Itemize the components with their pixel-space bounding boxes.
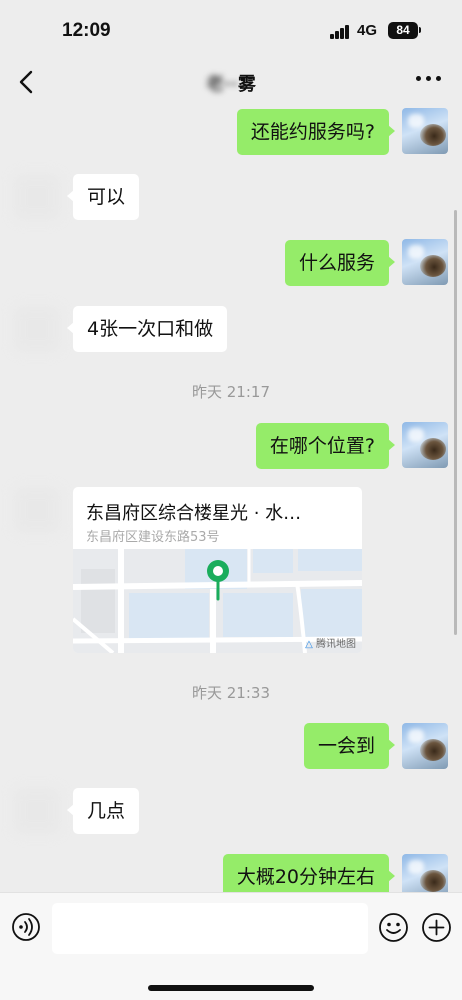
chat-header: 老··雾 [0, 58, 462, 104]
message-bubble-sent[interactable]: 一会到 [303, 723, 396, 769]
voice-input-icon[interactable] [11, 912, 41, 942]
location-pin-icon [207, 560, 229, 601]
my-avatar[interactable] [402, 723, 448, 769]
battery-icon: 84 [388, 22, 418, 39]
chat-title-visible: 雾 [237, 74, 256, 95]
location-map[interactable]: △ 腾讯地图 [73, 549, 362, 653]
contact-avatar[interactable] [14, 306, 60, 352]
scrollbar[interactable] [454, 210, 457, 635]
chat-title-blurred: 老·· [206, 74, 238, 95]
plus-icon[interactable] [421, 912, 452, 943]
more-options-icon[interactable] [416, 76, 442, 84]
status-bar: 12:09 4G 84 [0, 0, 462, 58]
status-time: 12:09 [62, 20, 111, 41]
chat-title: 老··雾 [0, 70, 462, 96]
timestamp-separator: 昨天 21:33 [192, 684, 270, 702]
signal-icon [330, 25, 350, 39]
location-title: 东昌府区综合楼星光 · 水… [86, 503, 302, 524]
message-bubble-sent[interactable]: 在哪个位置? [255, 423, 396, 469]
my-avatar[interactable] [402, 239, 448, 285]
emoji-icon[interactable] [378, 912, 409, 943]
my-avatar[interactable] [402, 108, 448, 154]
message-bubble-received[interactable]: 4张一次口和做 [66, 306, 228, 352]
contact-avatar[interactable] [14, 487, 60, 533]
timestamp-separator: 昨天 21:17 [192, 383, 270, 401]
message-bubble-received[interactable]: 几点 [66, 788, 140, 834]
my-avatar[interactable] [402, 422, 448, 468]
location-card[interactable]: 东昌府区综合楼星光 · 水… 东昌府区建设东路53号 △ 腾讯地图 [73, 487, 362, 653]
map-provider-label: △ 腾讯地图 [305, 639, 356, 650]
message-bubble-received[interactable]: 可以 [66, 174, 140, 220]
network-type: 4G [357, 22, 378, 39]
home-indicator [148, 985, 314, 991]
input-bar [0, 892, 462, 1000]
message-bubble-sent[interactable]: 还能约服务吗? [236, 109, 396, 155]
contact-avatar[interactable] [14, 174, 60, 220]
message-bubble-sent[interactable]: 什么服务 [284, 240, 396, 286]
message-input[interactable] [52, 903, 368, 954]
location-address: 东昌府区建设东路53号 [86, 530, 220, 545]
contact-avatar[interactable] [14, 788, 60, 834]
